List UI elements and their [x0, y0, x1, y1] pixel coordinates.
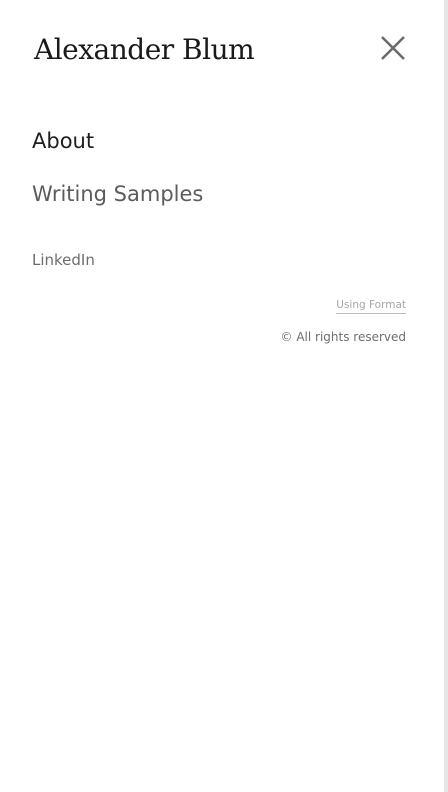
nav-item-about[interactable]: About	[32, 124, 203, 158]
menu-panel: Alexander Blum About Writing Samples Lin…	[0, 0, 444, 792]
scrollbar-edge	[444, 0, 448, 792]
using-format-link[interactable]: Using Format	[336, 297, 406, 314]
close-button[interactable]	[378, 33, 408, 63]
linkedin-link[interactable]: LinkedIn	[32, 248, 95, 272]
close-icon	[378, 33, 408, 63]
nav-item-writing-samples[interactable]: Writing Samples	[32, 177, 203, 211]
footer: Using Format © All rights reserved	[280, 295, 407, 346]
site-title[interactable]: Alexander Blum	[34, 30, 255, 70]
main-nav: About Writing Samples	[32, 124, 203, 211]
copyright-text: © All rights reserved	[280, 330, 407, 344]
